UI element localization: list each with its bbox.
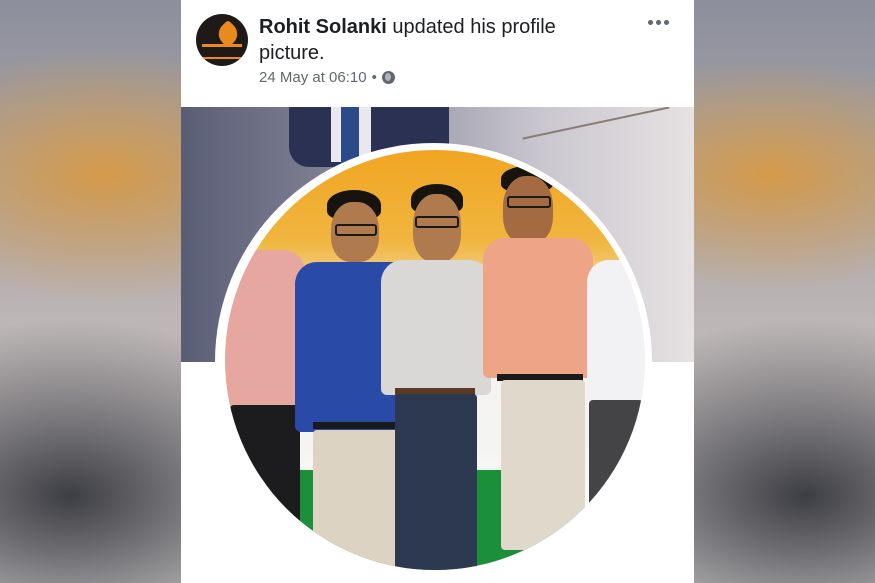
facebook-post-card: Rohit Solanki updated his profile pictur… — [181, 0, 694, 583]
globe-icon[interactable] — [381, 71, 395, 84]
post-header: Rohit Solanki updated his profile pictur… — [181, 0, 694, 107]
meta-separator: • — [371, 69, 377, 86]
post-title: Rohit Solanki updated his profile pictur… — [259, 14, 619, 66]
more-dot — [655, 19, 661, 25]
post-timestamp[interactable]: 24 May at 06:10 — [259, 69, 367, 86]
author-name[interactable]: Rohit Solanki — [259, 16, 387, 38]
author-avatar[interactable] — [196, 14, 248, 66]
post-meta: 24 May at 06:10 • — [259, 69, 395, 86]
profile-picture[interactable] — [225, 150, 645, 570]
cover-branch-shape — [522, 107, 670, 140]
logo-text-shape — [202, 44, 242, 59]
more-dot — [663, 19, 669, 25]
more-dot — [647, 19, 653, 25]
more-options-icon[interactable] — [643, 12, 673, 32]
